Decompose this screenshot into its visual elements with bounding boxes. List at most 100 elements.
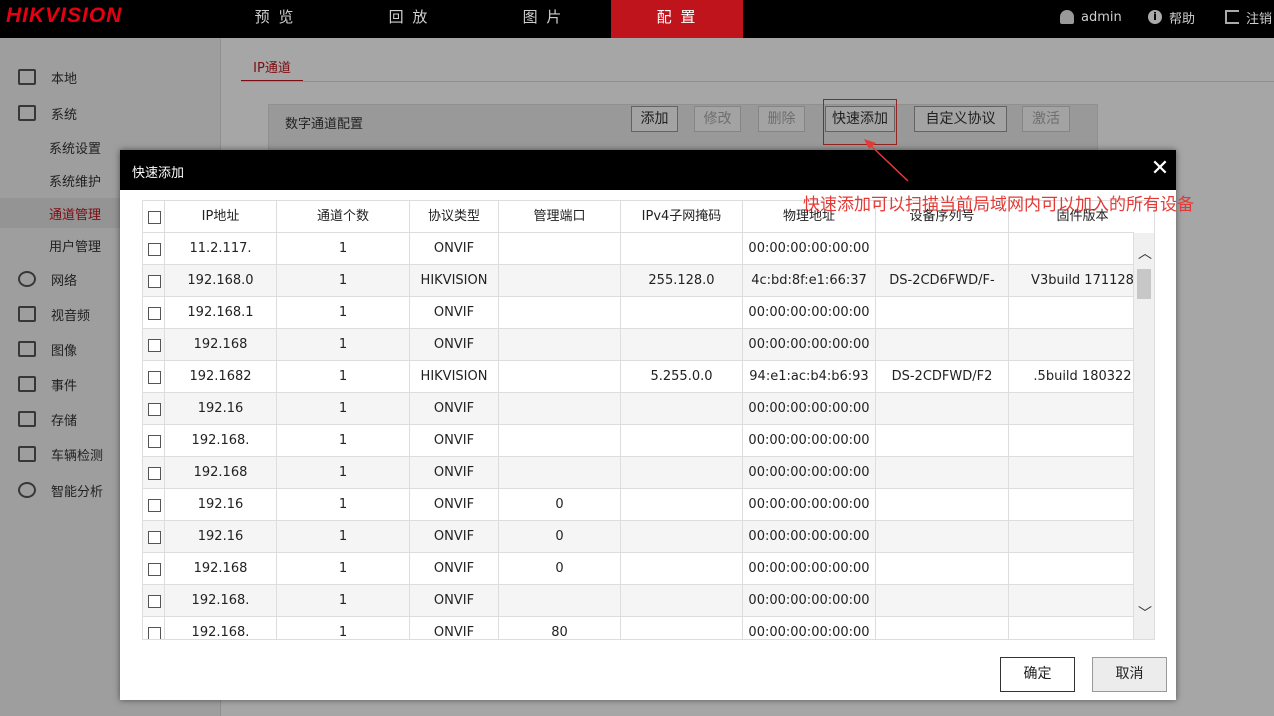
nav-preview[interactable]: 预 览 [209,0,341,38]
nav-picture[interactable]: 图 片 [477,0,609,38]
table-row[interactable]: 192.1682 1 HIKVISION 5.255.0.0 94:e1:ac:b4:b… [143,361,1134,393]
mac-cell: 4c:bd:8f:e1:66:37 [743,265,876,296]
checkbox-cell [143,233,165,264]
table-row[interactable]: 192.16 1 ONVIF 00:00:00:00:00:00 [143,393,1134,425]
subnet-cell [621,233,743,264]
serial-cell [876,553,1009,584]
select-all-checkbox[interactable] [148,211,161,224]
nav-playback[interactable]: 回 放 [343,0,475,38]
close-icon[interactable]: ✕ [1149,157,1171,181]
port-cell: 80 [499,617,621,639]
subnet-cell [621,489,743,520]
column-header[interactable]: 通道个数 [277,201,410,233]
table-row[interactable]: 11.2.117. 1 ONVIF 00:00:00:00:00:00 [143,233,1134,265]
channel-count-cell: 1 [277,265,410,296]
ip-cell: 192.168.1 [165,297,277,328]
port-cell [499,361,621,392]
row-checkbox[interactable] [148,627,161,639]
protocol-cell: ONVIF [410,457,499,488]
table-row[interactable]: 192.168. 1 ONVIF 00:00:00:00:00:00 [143,425,1134,457]
checkbox-cell [143,425,165,456]
checkbox-cell [143,361,165,392]
table-row[interactable]: 192.16 1 ONVIF 0 00:00:00:00:00:00 [143,489,1134,521]
channel-count-cell: 1 [277,393,410,424]
user-menu[interactable]: admin [1060,0,1122,34]
channel-count-cell: 1 [277,425,410,456]
row-checkbox[interactable] [148,403,161,416]
serial-cell [876,521,1009,552]
protocol-cell: HIKVISION [410,265,499,296]
protocol-cell: ONVIF [410,329,499,360]
row-checkbox[interactable] [148,563,161,576]
ip-cell: 192.168 [165,457,277,488]
logout-label: 注销 [1246,11,1273,27]
logout-icon [1225,10,1239,24]
protocol-cell: ONVIF [410,489,499,520]
serial-cell [876,457,1009,488]
row-checkbox[interactable] [148,339,161,352]
table-row[interactable]: 192.168. 1 ONVIF 80 00:00:00:00:00:00 [143,617,1134,639]
column-header[interactable]: IPv4子网掩码 [621,201,743,233]
logout-link[interactable]: 注销 [1225,0,1272,34]
confirm-button[interactable]: 确定 [1000,657,1075,692]
row-checkbox[interactable] [148,371,161,384]
serial-cell [876,297,1009,328]
ip-cell: 192.168 [165,329,277,360]
protocol-cell: ONVIF [410,521,499,552]
table-row[interactable]: 192.168 1 ONVIF 00:00:00:00:00:00 [143,329,1134,361]
row-checkbox[interactable] [148,307,161,320]
row-checkbox[interactable] [148,499,161,512]
serial-cell [876,393,1009,424]
subnet-cell [621,585,743,616]
table-row[interactable]: 192.16 1 ONVIF 0 00:00:00:00:00:00 [143,521,1134,553]
table-row[interactable]: 192.168. 1 ONVIF 00:00:00:00:00:00 [143,585,1134,617]
port-cell: 0 [499,521,621,552]
subnet-cell [621,425,743,456]
mac-cell: 94:e1:ac:b4:b6:93 [743,361,876,392]
row-checkbox[interactable] [148,435,161,448]
cancel-button[interactable]: 取消 [1092,657,1167,692]
subnet-cell [621,617,743,639]
column-header[interactable]: 协议类型 [410,201,499,233]
port-cell [499,425,621,456]
nav-configuration[interactable]: 配 置 [611,0,743,38]
chevron-down-icon[interactable]: ﹀ [1138,607,1152,621]
ip-cell: 192.168. [165,425,277,456]
help-icon: i [1148,10,1162,24]
table-scrollbar[interactable]: ︿ ﹀ [1133,233,1154,639]
user-icon [1060,10,1074,24]
row-checkbox[interactable] [148,243,161,256]
table-row[interactable]: 192.168.0 1 HIKVISION 255.128.0 4c:bd:8f:e1:… [143,265,1134,297]
serial-cell [876,425,1009,456]
table-row[interactable]: 192.168.1 1 ONVIF 00:00:00:00:00:00 [143,297,1134,329]
row-checkbox[interactable] [148,275,161,288]
channel-count-cell: 1 [277,361,410,392]
channel-count-cell: 1 [277,233,410,264]
row-checkbox[interactable] [148,531,161,544]
row-checkbox[interactable] [148,595,161,608]
channel-count-cell: 1 [277,297,410,328]
subnet-cell: 5.255.0.0 [621,361,743,392]
help-link[interactable]: i 帮助 [1148,0,1195,34]
scrollbar-thumb[interactable] [1137,269,1151,299]
subnet-cell [621,329,743,360]
mac-cell: 00:00:00:00:00:00 [743,425,876,456]
table-row[interactable]: 192.168 1 ONVIF 00:00:00:00:00:00 [143,457,1134,489]
annotation-note: 快速添加可以扫描当前局域网内可以加入的所有设备 [803,195,1194,215]
column-header[interactable]: 管理端口 [499,201,621,233]
port-cell [499,457,621,488]
port-cell [499,233,621,264]
chevron-up-icon[interactable]: ︿ [1138,247,1152,261]
ip-cell: 192.168. [165,585,277,616]
protocol-cell: ONVIF [410,393,499,424]
dialog-header: 快速添加 ✕ [120,150,1176,190]
checkbox-cell [143,329,165,360]
mac-cell: 00:00:00:00:00:00 [743,233,876,264]
row-checkbox[interactable] [148,467,161,480]
ip-cell: 192.16 [165,521,277,552]
ip-cell: 192.16 [165,489,277,520]
serial-cell: DS-2CDFWD/F2 [876,361,1009,392]
column-header[interactable]: IP地址 [165,201,277,233]
mac-cell: 00:00:00:00:00:00 [743,585,876,616]
table-row[interactable]: 192.168 1 ONVIF 0 00:00:00:00:00:00 [143,553,1134,585]
